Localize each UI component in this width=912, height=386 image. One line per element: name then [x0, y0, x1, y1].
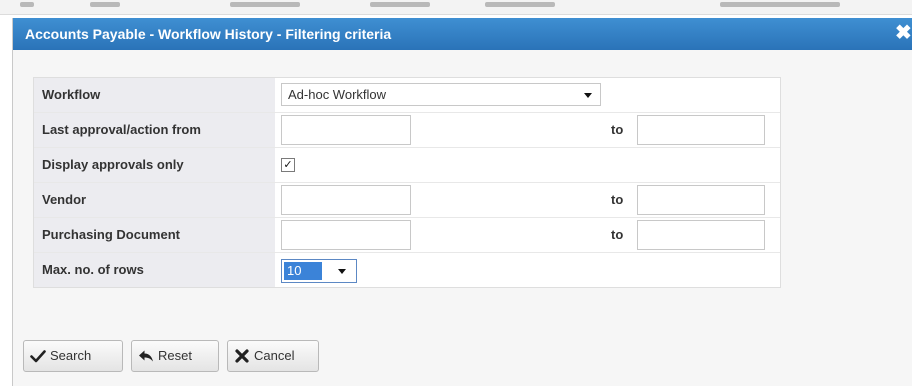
- max-rows-value: 10: [284, 262, 322, 280]
- last-approval-to-input[interactable]: [637, 115, 765, 145]
- purchasing-document-to-label: to: [611, 227, 624, 242]
- workflow-label: Workflow: [34, 78, 275, 112]
- reset-button-label: Reset: [158, 348, 192, 363]
- search-button-label: Search: [50, 348, 92, 363]
- dropdown-arrow-icon: [338, 269, 346, 274]
- dialog-title: Accounts Payable - Workflow History - Fi…: [25, 26, 392, 42]
- reset-button[interactable]: Reset: [131, 340, 219, 372]
- filter-dialog: Accounts Payable - Workflow History - Fi…: [12, 18, 912, 386]
- max-rows-label: Max. no. of rows: [34, 253, 275, 287]
- vendor-to-input[interactable]: [637, 185, 765, 215]
- display-approvals-row: Display approvals only ✓: [34, 148, 780, 183]
- cancel-button-label: Cancel: [254, 348, 295, 363]
- vendor-from-input[interactable]: [281, 185, 411, 215]
- display-approvals-checkbox[interactable]: ✓: [281, 158, 295, 172]
- close-icon[interactable]: ✖: [895, 22, 912, 44]
- last-approval-to-label: to: [611, 122, 624, 137]
- max-rows-row: Max. no. of rows 10: [34, 253, 780, 287]
- purchasing-document-from-input[interactable]: [281, 220, 411, 250]
- vendor-to-label: to: [611, 192, 624, 207]
- workflow-select-value: Ad-hoc Workflow: [288, 87, 387, 102]
- checkmark-icon: [30, 350, 46, 363]
- dialog-title-bar: Accounts Payable - Workflow History - Fi…: [13, 18, 912, 50]
- filter-form: Workflow Ad-hoc Workflow Last approval/a…: [33, 77, 781, 288]
- dropdown-arrow-icon: [584, 93, 592, 98]
- background-window-strip: [0, 0, 912, 15]
- workflow-select[interactable]: Ad-hoc Workflow: [281, 83, 601, 106]
- last-approval-label: Last approval/action from: [34, 113, 275, 147]
- display-approvals-label: Display approvals only: [34, 148, 275, 182]
- vendor-row: Vendor to: [34, 183, 780, 218]
- x-icon: [235, 349, 249, 363]
- purchasing-document-row: Purchasing Document to: [34, 218, 780, 253]
- search-button[interactable]: Search: [23, 340, 123, 372]
- last-approval-from-input[interactable]: [281, 115, 411, 145]
- reply-arrow-icon: [139, 350, 153, 362]
- last-approval-row: Last approval/action from to: [34, 113, 780, 148]
- purchasing-document-label: Purchasing Document: [34, 218, 275, 252]
- purchasing-document-to-input[interactable]: [637, 220, 765, 250]
- cancel-button[interactable]: Cancel: [227, 340, 319, 372]
- max-rows-select[interactable]: 10: [281, 259, 357, 283]
- workflow-row: Workflow Ad-hoc Workflow: [34, 78, 780, 113]
- vendor-label: Vendor: [34, 183, 275, 217]
